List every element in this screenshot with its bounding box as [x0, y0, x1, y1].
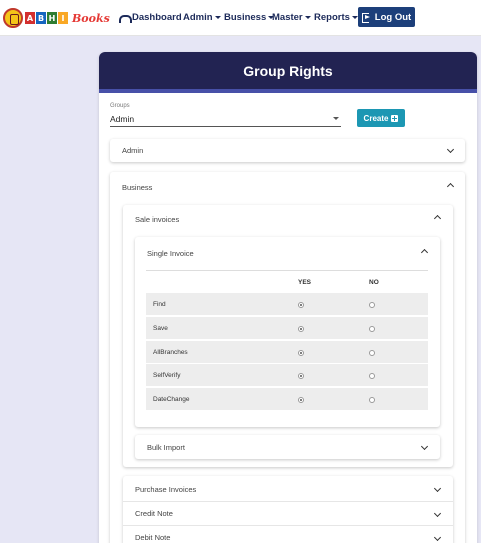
- nav-business-label: Business: [224, 12, 267, 23]
- chevron-down-icon[interactable]: [433, 484, 442, 493]
- accordion-admin-title: Admin: [122, 146, 144, 155]
- accordion-sale-invoices-title[interactable]: Sale invoices: [135, 215, 179, 224]
- radio-no[interactable]: [369, 326, 375, 332]
- accordion-debit-note-title[interactable]: Debit Note: [135, 533, 170, 542]
- groups-select-underline: [110, 126, 341, 127]
- nav-dashboard-label: Dashboard: [132, 12, 182, 23]
- caret-down-icon: [214, 16, 221, 19]
- plus-square-icon: [391, 114, 399, 122]
- radio-yes[interactable]: [298, 397, 304, 403]
- header-accent-strip: [99, 89, 477, 93]
- groups-select[interactable]: Admin: [110, 114, 134, 124]
- create-button[interactable]: Create: [357, 109, 405, 127]
- select-caret-icon[interactable]: [333, 117, 339, 120]
- accordion-business-title[interactable]: Business: [122, 183, 152, 192]
- logo-letter: H: [47, 12, 57, 24]
- nav-master-label: Master: [272, 12, 303, 23]
- dashboard-icon: [119, 14, 132, 23]
- chevron-down-icon[interactable]: [433, 533, 442, 542]
- divider: [123, 501, 453, 502]
- logout-label: Log Out: [374, 11, 412, 23]
- logo-emblem-icon: [3, 8, 23, 28]
- logout-icon: [361, 12, 371, 23]
- radio-no[interactable]: [369, 302, 375, 308]
- logo-letter: B: [36, 12, 46, 24]
- table-row: SelfVerify: [146, 364, 428, 387]
- column-header-no: NO: [369, 279, 379, 286]
- accordion-purchase-invoices-title[interactable]: Purchase Invoices: [135, 485, 196, 494]
- nav-master-dropdown[interactable]: Master: [272, 12, 311, 23]
- chevron-down-icon[interactable]: [446, 145, 455, 154]
- nav-business-dropdown[interactable]: Business: [224, 12, 275, 23]
- table-row: AllBranches: [146, 341, 428, 364]
- page-title: Group Rights: [99, 52, 477, 89]
- chevron-down-icon[interactable]: [420, 442, 429, 451]
- table-row: Find: [146, 293, 428, 316]
- divider: [123, 525, 453, 526]
- table-row: Save: [146, 317, 428, 340]
- table-top-divider: [146, 270, 428, 271]
- chevron-up-icon[interactable]: [433, 214, 442, 223]
- right-label: Save: [153, 325, 168, 332]
- chevron-up-icon[interactable]: [420, 248, 429, 257]
- create-button-label: Create: [363, 113, 389, 123]
- radio-yes[interactable]: [298, 350, 304, 356]
- chevron-up-icon[interactable]: [446, 182, 455, 191]
- logo-letter: A: [25, 12, 35, 24]
- radio-yes[interactable]: [298, 302, 304, 308]
- radio-yes[interactable]: [298, 326, 304, 332]
- right-label: SelfVerify: [153, 372, 181, 379]
- nav-admin-label: Admin: [183, 12, 213, 23]
- logo-letter: I: [58, 12, 68, 24]
- nav-reports-label: Reports: [314, 12, 350, 23]
- radio-no[interactable]: [369, 350, 375, 356]
- right-label: AllBranches: [153, 349, 188, 356]
- caret-down-icon: [304, 16, 311, 19]
- column-header-yes: YES: [298, 279, 312, 286]
- accordion-credit-note-title[interactable]: Credit Note: [135, 509, 173, 518]
- accordion-single-invoice-title[interactable]: Single Invoice: [147, 249, 194, 258]
- right-label: Find: [153, 301, 166, 308]
- radio-yes[interactable]: [298, 373, 304, 379]
- logout-button[interactable]: Log Out: [358, 7, 415, 27]
- nav-dashboard[interactable]: Dashboard: [119, 12, 182, 23]
- radio-no[interactable]: [369, 373, 375, 379]
- nav-reports-dropdown[interactable]: Reports: [314, 12, 358, 23]
- accordion-bulk-import[interactable]: Bulk Import: [135, 435, 440, 459]
- logo-books-text: Books: [72, 11, 110, 25]
- logo-letters: A B H I: [25, 12, 69, 24]
- abhibooks-logo[interactable]: A B H I Books: [3, 7, 110, 29]
- accordion-bulk-import-title: Bulk Import: [147, 443, 185, 452]
- accordion-group-other-invoices: Purchase Invoices Credit Note Debit Note: [123, 476, 453, 543]
- accordion-admin[interactable]: Admin: [110, 139, 465, 162]
- groups-field-label: Groups: [110, 103, 130, 109]
- chevron-down-icon[interactable]: [433, 509, 442, 518]
- nav-admin-dropdown[interactable]: Admin: [183, 12, 221, 23]
- caret-down-icon: [351, 16, 358, 19]
- radio-no[interactable]: [369, 397, 375, 403]
- table-row: DateChange: [146, 388, 428, 411]
- right-label: DateChange: [153, 396, 190, 403]
- navbar: A B H I Books Dashboard Admin Business M…: [0, 0, 481, 36]
